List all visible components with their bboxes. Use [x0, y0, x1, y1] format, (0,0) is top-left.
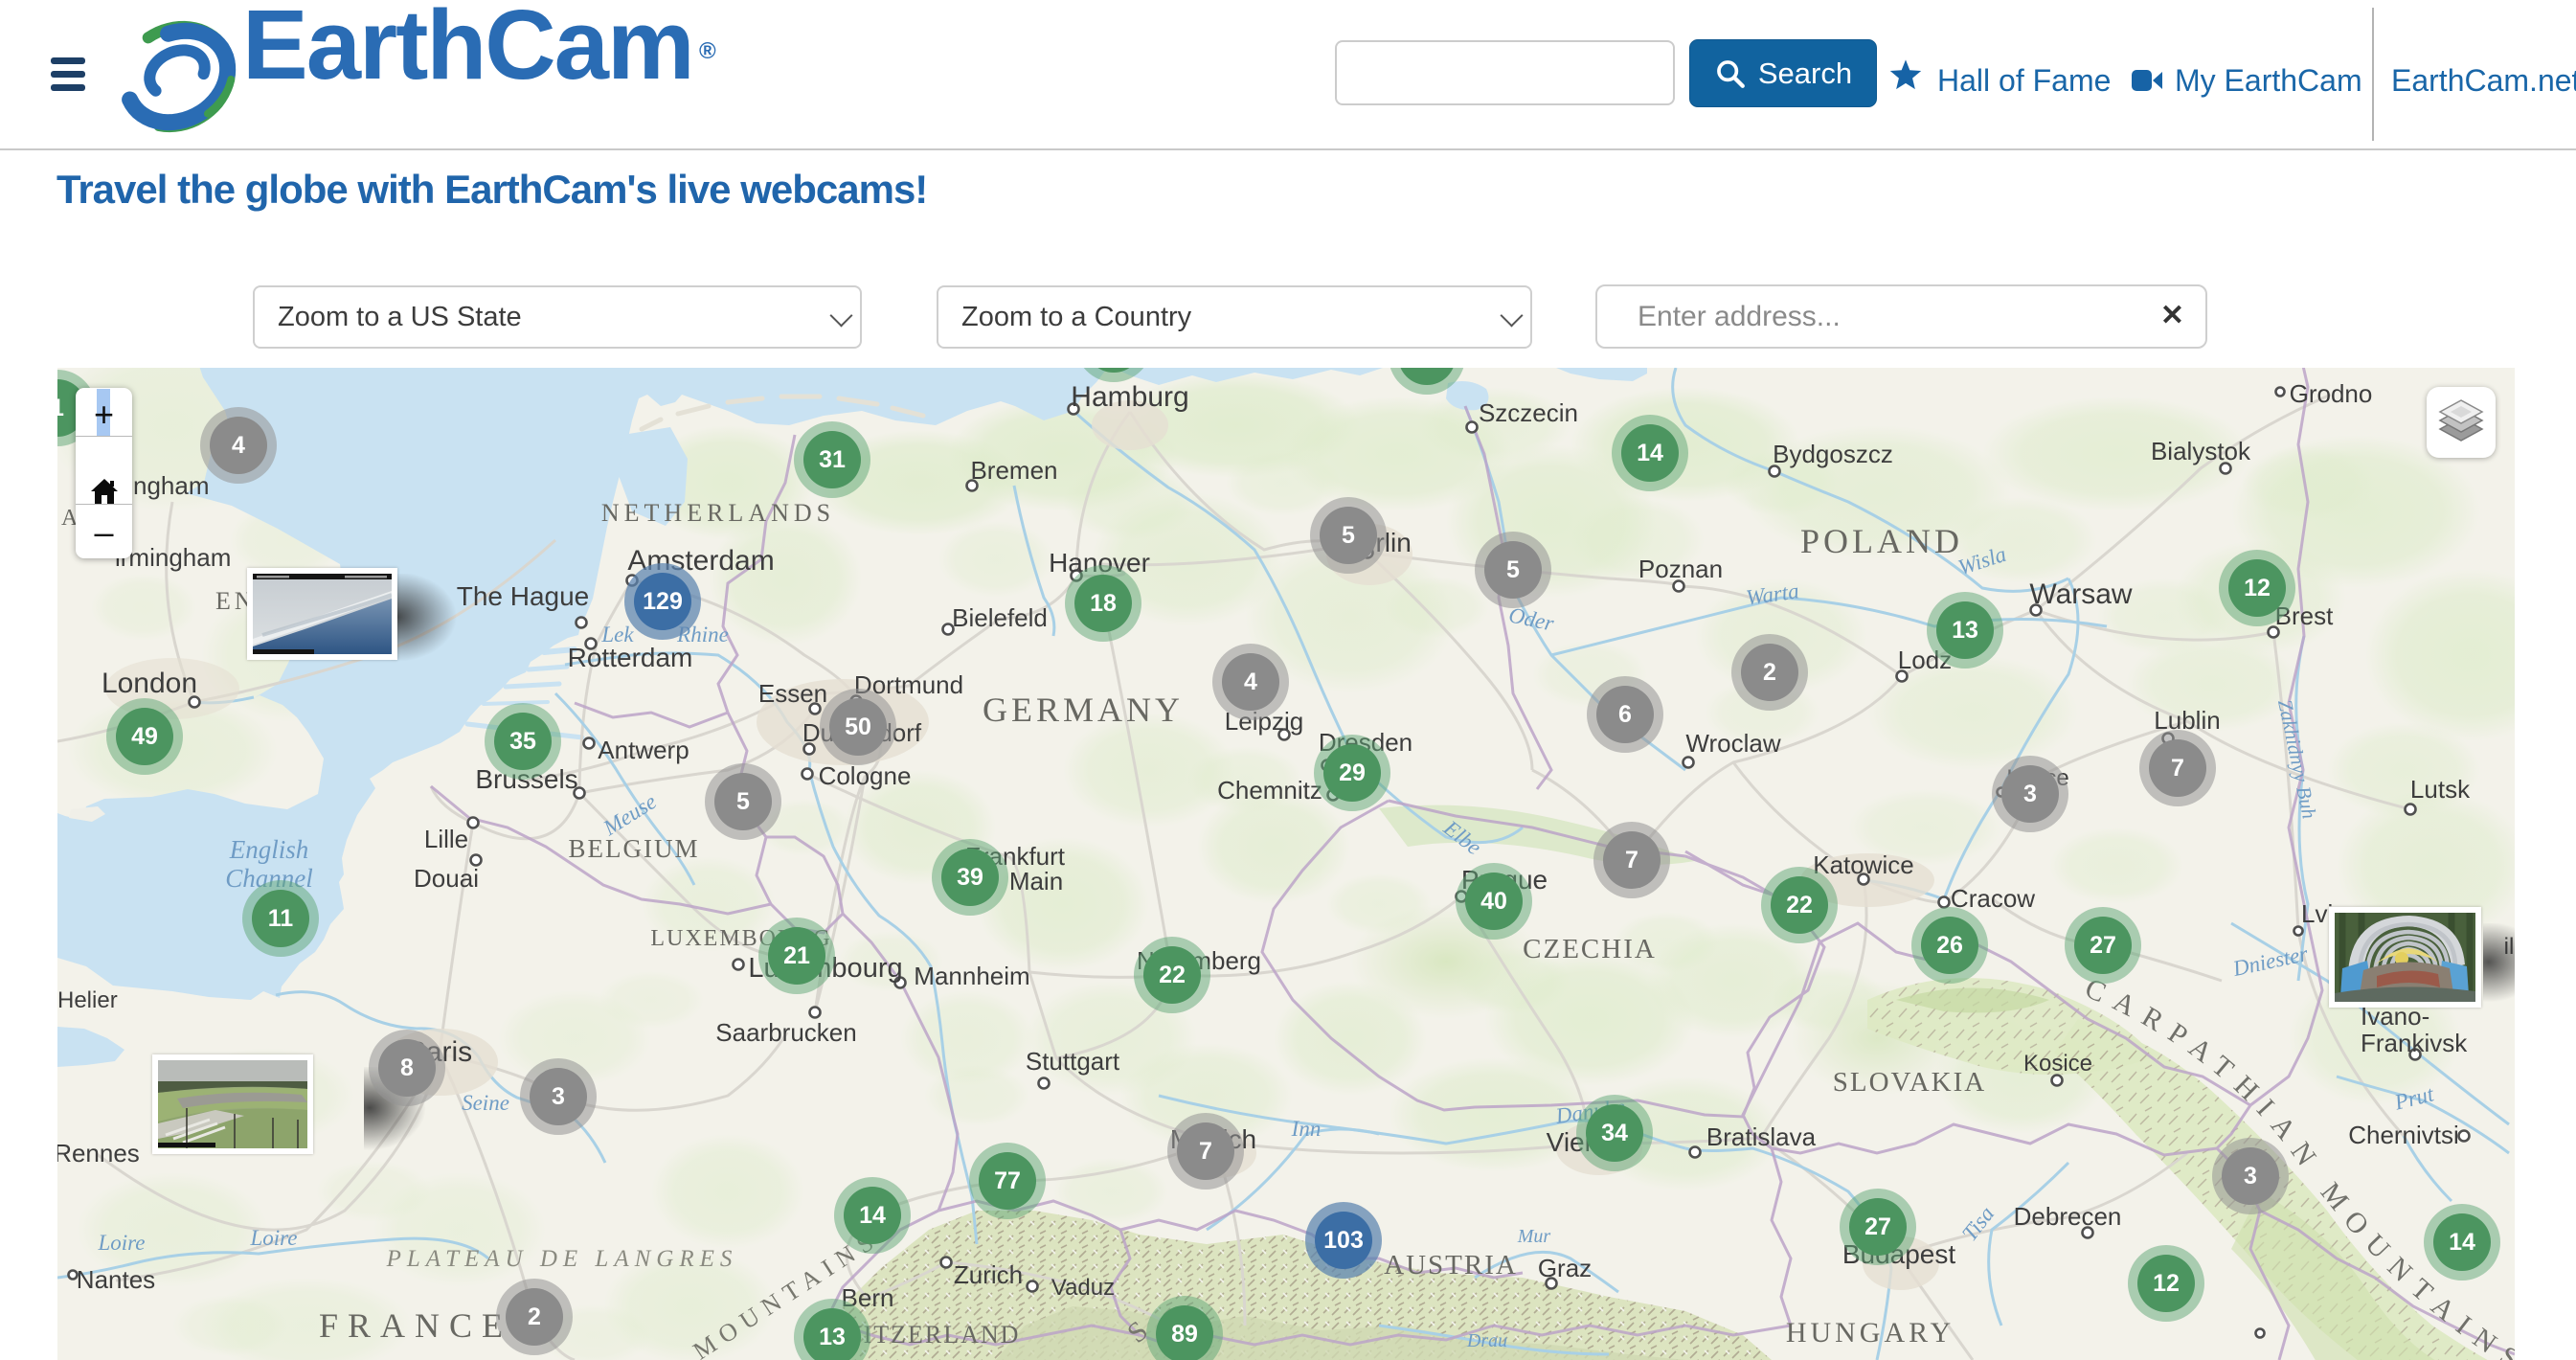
svg-text:Wisla: Wisla [1955, 542, 2009, 580]
svg-text:Meuse: Meuse [599, 789, 661, 841]
svg-text:Warsaw: Warsaw [2029, 578, 2133, 610]
svg-text:Chemnitz: Chemnitz [1217, 776, 1322, 805]
svg-text:Dniester: Dniester [2230, 941, 2312, 981]
svg-text:irmingham: irmingham [115, 543, 231, 572]
svg-text:GERMANY: GERMANY [983, 691, 1184, 729]
svg-text:Hamburg: Hamburg [1071, 381, 1188, 413]
svg-text:Zakhidnyy Buh: Zakhidnyy Buh [2273, 697, 2321, 821]
svg-text:POLAND: POLAND [1800, 522, 1963, 560]
svg-text:AUSTRIA: AUSTRIA [1384, 1250, 1518, 1281]
svg-text:Warta: Warta [1745, 578, 1800, 609]
svg-text:Lille: Lille [424, 825, 468, 853]
svg-text:English: English [229, 835, 309, 864]
svg-text:ngham: ngham [133, 471, 210, 500]
svg-text:Drau: Drau [1466, 1330, 1507, 1351]
svg-text:Nantes: Nantes [77, 1265, 155, 1294]
svg-text:Rennes: Rennes [57, 1139, 140, 1167]
svg-text:Poznan: Poznan [1638, 555, 1723, 583]
svg-text:Mur: Mur [1517, 1226, 1551, 1247]
svg-text:Saarbrucken: Saarbrucken [715, 1018, 856, 1047]
svg-text:Elbe: Elbe [1438, 815, 1485, 859]
svg-text:Bydgoszcz: Bydgoszcz [1773, 440, 1893, 468]
svg-text:Frankivsk: Frankivsk [2361, 1029, 2468, 1057]
svg-text:Lek: Lek [600, 623, 634, 646]
svg-text:SLOVAKIA: SLOVAKIA [1833, 1067, 1986, 1098]
svg-text:Bremen: Bremen [970, 456, 1057, 485]
svg-text:Tisa: Tisa [1957, 1202, 1999, 1246]
svg-text:Rotterdam: Rotterdam [568, 643, 693, 672]
svg-text:Grodno: Grodno [2290, 379, 2373, 408]
svg-text:Prut: Prut [2391, 1081, 2436, 1115]
svg-text:Stuttgart: Stuttgart [1026, 1047, 1120, 1076]
svg-text:Loire: Loire [98, 1231, 146, 1255]
svg-text:Chernivtsi: Chernivtsi [2348, 1121, 2459, 1149]
svg-text:Wroclaw: Wroclaw [1685, 729, 1780, 758]
svg-text:Bialystok: Bialystok [2151, 437, 2251, 465]
svg-text:BELGIUM: BELGIUM [569, 834, 700, 863]
svg-text:Bratislava: Bratislava [1706, 1122, 1817, 1151]
svg-text:Graz: Graz [1538, 1254, 1592, 1282]
svg-text:HUNGARY: HUNGARY [1786, 1317, 1955, 1349]
svg-text:Loire: Loire [250, 1226, 298, 1250]
svg-text:Szczecin: Szczecin [1479, 398, 1578, 427]
svg-text:Inn: Inn [1291, 1117, 1322, 1141]
svg-text:Bielefeld: Bielefeld [952, 603, 1048, 632]
svg-text:Helier: Helier [57, 987, 118, 1013]
svg-text:Katowice: Katowice [1813, 850, 1914, 879]
svg-text:The Hague: The Hague [457, 581, 590, 611]
svg-text:Lutsk: Lutsk [2410, 775, 2471, 804]
svg-text:NETHERLANDS: NETHERLANDS [601, 499, 835, 527]
svg-text:Vaduz: Vaduz [1051, 1275, 1115, 1301]
svg-text:Essen: Essen [758, 679, 827, 708]
svg-text:Cracow: Cracow [1951, 884, 2035, 913]
svg-text:Cologne: Cologne [819, 761, 912, 790]
svg-text:London: London [102, 668, 197, 699]
svg-text:Mannheim: Mannheim [914, 962, 1029, 990]
svg-text:Main: Main [1009, 867, 1063, 895]
svg-text:Douai: Douai [414, 864, 479, 893]
svg-text:Antwerp: Antwerp [598, 736, 689, 764]
svg-text:PLATEAU DE LANGRES: PLATEAU DE LANGRES [386, 1246, 738, 1272]
svg-text:Kosice: Kosice [2023, 1051, 2092, 1077]
svg-text:Zurich: Zurich [954, 1260, 1023, 1289]
svg-text:Seine: Seine [462, 1091, 509, 1115]
svg-text:Debrecen: Debrecen [2014, 1202, 2122, 1231]
svg-text:CZECHIA: CZECHIA [1523, 934, 1657, 964]
svg-text:FRANCE: FRANCE [319, 1306, 512, 1345]
